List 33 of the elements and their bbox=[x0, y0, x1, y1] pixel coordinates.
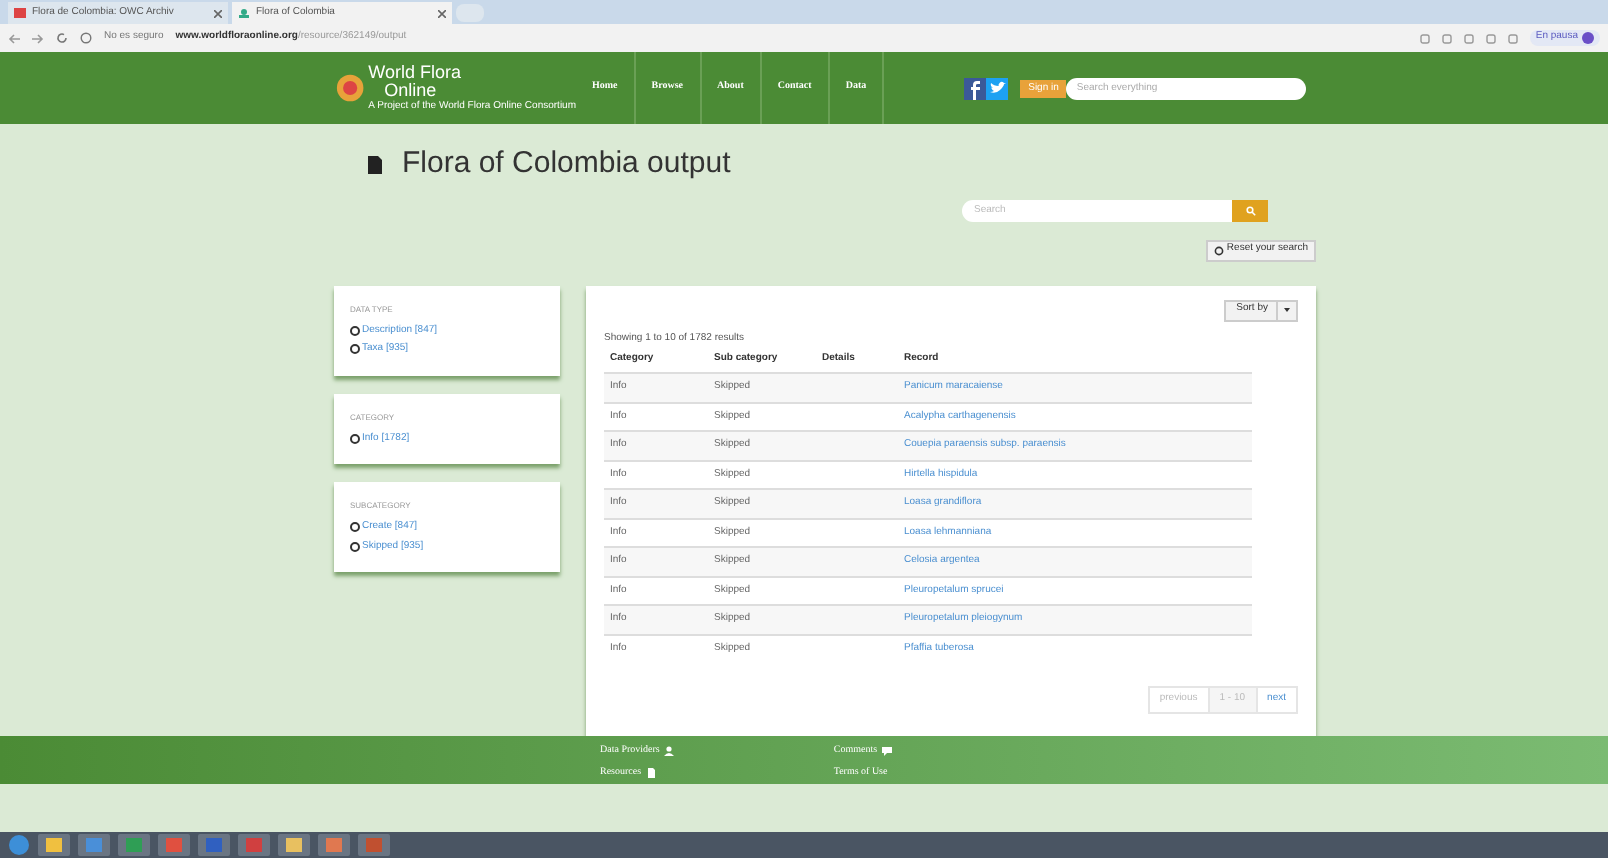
mail-icon bbox=[14, 8, 26, 18]
twitter-icon bbox=[986, 77, 1009, 99]
taskbar-app-icon bbox=[118, 834, 150, 856]
taskbar-app-icon bbox=[358, 834, 390, 856]
new-tab-button[interactable] bbox=[456, 4, 484, 22]
taskbar-app-icon bbox=[78, 834, 110, 856]
search-button[interactable] bbox=[1232, 199, 1268, 221]
logo-text: World Flora bbox=[368, 64, 464, 82]
close-icon bbox=[214, 9, 222, 17]
taskbar-app-icon bbox=[278, 834, 310, 856]
document-icon bbox=[368, 155, 382, 174]
search-icon bbox=[1245, 205, 1255, 215]
back-icon bbox=[8, 33, 20, 43]
taskbar-app-icon bbox=[238, 834, 270, 856]
reload-icon bbox=[56, 32, 68, 44]
page-title: Flora of Colombia output bbox=[402, 144, 731, 184]
logo-text: Online bbox=[382, 82, 439, 100]
caret-icon bbox=[1284, 308, 1290, 312]
taskbar-app-icon bbox=[198, 834, 230, 856]
facebook-icon bbox=[964, 77, 987, 99]
forward-icon bbox=[32, 33, 44, 43]
file-icon bbox=[645, 768, 656, 778]
taskbar-app-icon bbox=[158, 834, 190, 856]
flower-logo-icon bbox=[336, 72, 365, 104]
start-orb-icon bbox=[8, 834, 30, 856]
taskbar-app-icon bbox=[38, 834, 70, 856]
taskbar-app-icon bbox=[318, 834, 350, 856]
refresh-icon bbox=[1214, 245, 1225, 255]
close-icon bbox=[438, 9, 446, 17]
person-icon bbox=[663, 746, 674, 756]
comment-icon bbox=[881, 746, 892, 756]
avatar-icon bbox=[1582, 32, 1594, 44]
person-icon bbox=[238, 8, 250, 18]
